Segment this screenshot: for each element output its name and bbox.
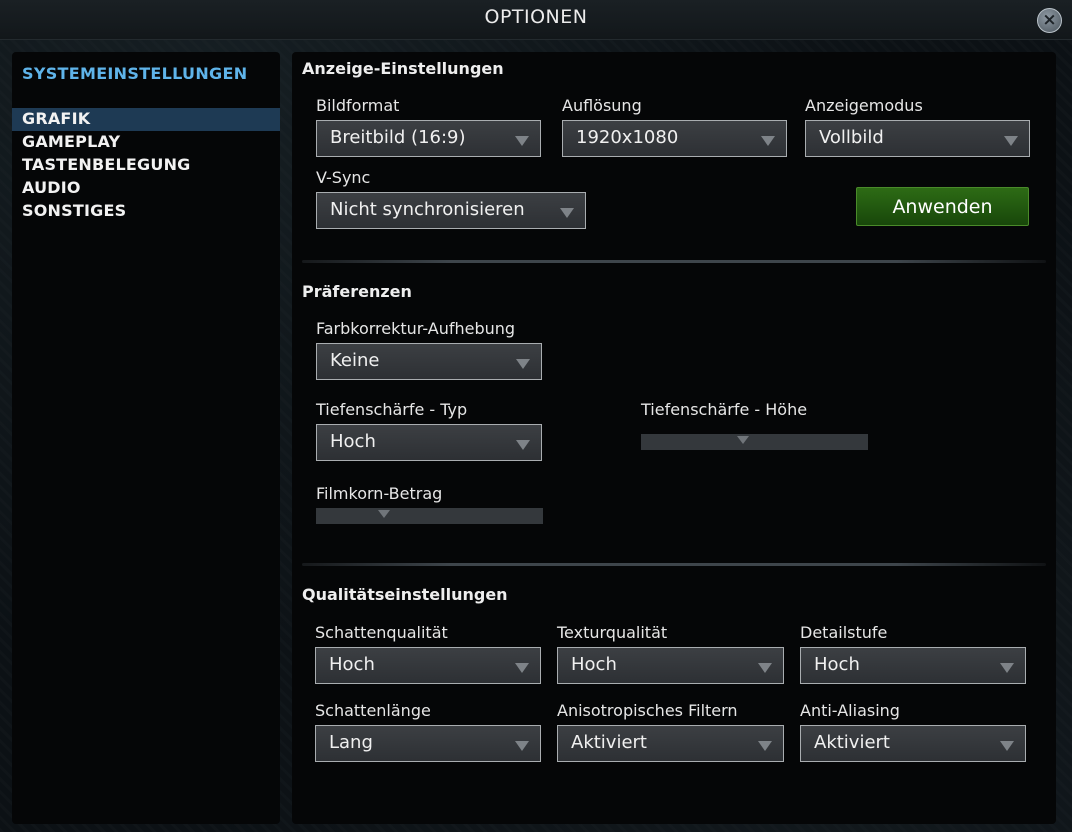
texture-quality-value: Hoch <box>571 654 617 675</box>
shadow-length-select[interactable]: Lang <box>315 725 541 762</box>
section-title-quality: Qualitätseinstellungen <box>302 585 508 604</box>
color-correction-value: Keine <box>330 350 380 371</box>
dof-type-value: Hoch <box>330 431 376 452</box>
section-title-display: Anzeige-Einstellungen <box>302 59 504 78</box>
dof-type-select[interactable]: Hoch <box>316 424 542 461</box>
display-mode-value: Vollbild <box>819 127 884 148</box>
sidebar-item-sonstiges[interactable]: SONSTIGES <box>12 200 280 223</box>
anisotropic-value: Aktiviert <box>571 732 647 753</box>
film-grain-slider[interactable] <box>316 508 543 524</box>
vsync-select[interactable]: Nicht synchronisieren <box>316 192 586 229</box>
anti-aliasing-value: Aktiviert <box>814 732 890 753</box>
chevron-down-icon <box>1000 741 1014 751</box>
chevron-down-icon <box>515 741 529 751</box>
apply-button[interactable]: Anwenden <box>856 187 1029 226</box>
aspect-select[interactable]: Breitbild (16:9) <box>316 120 541 157</box>
sidebar-nav: GRAFIK GAMEPLAY TASTENBELEGUNG AUDIO SON… <box>12 108 280 223</box>
chevron-down-icon <box>758 741 772 751</box>
sidebar-item-tastenbelegung[interactable]: TASTENBELEGUNG <box>12 154 280 177</box>
shadow-quality-value: Hoch <box>329 654 375 675</box>
chevron-down-icon <box>560 208 574 218</box>
chevron-down-icon <box>1004 136 1018 146</box>
chevron-down-icon <box>516 359 530 369</box>
aspect-label: Bildformat <box>316 96 400 115</box>
detail-level-select[interactable]: Hoch <box>800 647 1026 684</box>
divider <box>302 563 1046 566</box>
resolution-select[interactable]: 1920x1080 <box>562 120 787 157</box>
dof-type-label: Tiefenschärfe - Typ <box>316 400 468 419</box>
chevron-down-icon <box>516 440 530 450</box>
aspect-value: Breitbild (16:9) <box>330 127 466 148</box>
resolution-value: 1920x1080 <box>576 127 679 148</box>
shadow-length-label: Schattenlänge <box>315 701 431 720</box>
vsync-value: Nicht synchronisieren <box>330 199 525 220</box>
divider <box>302 260 1046 263</box>
anisotropic-select[interactable]: Aktiviert <box>557 725 784 762</box>
color-correction-label: Farbkorrektur-Aufhebung <box>316 319 516 338</box>
sidebar-item-gameplay[interactable]: GAMEPLAY <box>12 131 280 154</box>
anti-aliasing-label: Anti-Aliasing <box>800 701 900 720</box>
shadow-quality-label: Schattenqualität <box>315 623 448 642</box>
shadow-length-value: Lang <box>329 732 373 753</box>
display-mode-select[interactable]: Vollbild <box>805 120 1030 157</box>
slider-handle-icon[interactable] <box>378 510 391 518</box>
chevron-down-icon <box>758 663 772 673</box>
anti-aliasing-select[interactable]: Aktiviert <box>800 725 1026 762</box>
chevron-down-icon <box>515 136 529 146</box>
sidebar-item-audio[interactable]: AUDIO <box>12 177 280 200</box>
title-bar: OPTIONEN × <box>0 0 1072 40</box>
chevron-down-icon <box>1000 663 1014 673</box>
sidebar: SYSTEMEINSTELLUNGEN GRAFIK GAMEPLAY TAST… <box>12 52 280 824</box>
sidebar-header: SYSTEMEINSTELLUNGEN <box>22 64 248 83</box>
shadow-quality-select[interactable]: Hoch <box>315 647 541 684</box>
close-button[interactable]: × <box>1037 8 1062 33</box>
dof-height-label: Tiefenschärfe - Höhe <box>641 400 808 419</box>
slider-handle-icon[interactable] <box>737 436 750 444</box>
detail-level-value: Hoch <box>814 654 860 675</box>
color-correction-select[interactable]: Keine <box>316 343 542 380</box>
section-title-preferences: Präferenzen <box>302 282 412 301</box>
chevron-down-icon <box>761 136 775 146</box>
dof-height-slider[interactable] <box>641 434 868 450</box>
vsync-label: V-Sync <box>316 168 371 187</box>
anisotropic-label: Anisotropisches Filtern <box>557 701 738 720</box>
film-grain-label: Filmkorn-Betrag <box>316 484 443 503</box>
detail-level-label: Detailstufe <box>800 623 888 642</box>
resolution-label: Auflösung <box>562 96 642 115</box>
close-icon: × <box>1042 10 1057 30</box>
texture-quality-label: Texturqualität <box>557 623 668 642</box>
settings-panel: Anzeige-Einstellungen Bildformat Breitbi… <box>292 52 1056 824</box>
window-title: OPTIONEN <box>484 6 588 28</box>
display-mode-label: Anzeigemodus <box>805 96 923 115</box>
texture-quality-select[interactable]: Hoch <box>557 647 784 684</box>
chevron-down-icon <box>515 663 529 673</box>
sidebar-item-grafik[interactable]: GRAFIK <box>12 108 280 131</box>
